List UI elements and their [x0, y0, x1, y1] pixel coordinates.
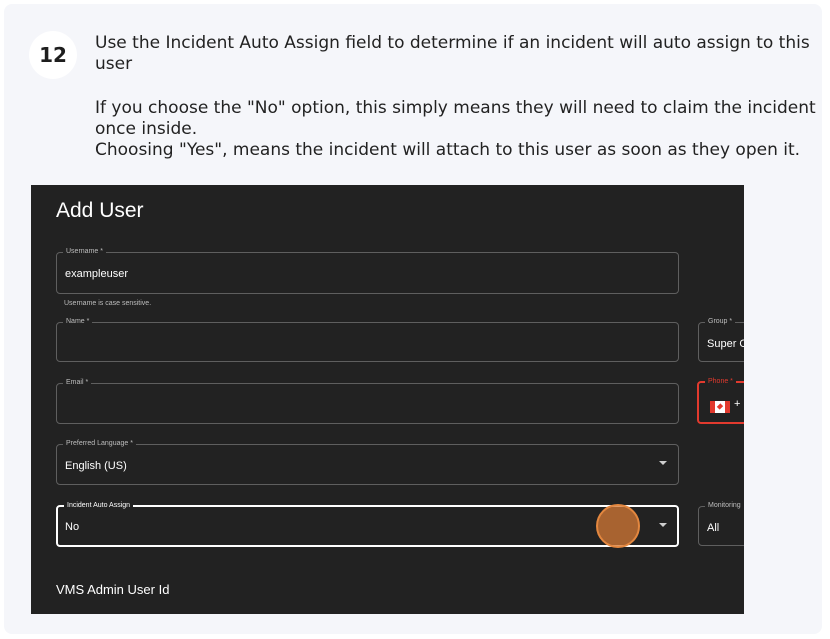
preferred-language-label: Preferred Language *: [63, 439, 136, 449]
username-field[interactable]: Username * exampleuser: [56, 247, 679, 294]
phone-field[interactable]: Phone * +: [697, 377, 744, 424]
step-card: 12 Use the Incident Auto Assign field to…: [4, 4, 822, 634]
preferred-language-value: English (US): [65, 460, 127, 472]
monitoring-label: Monitoring: [705, 501, 744, 511]
email-label: Email *: [63, 378, 92, 388]
step-instructions: Use the Incident Auto Assign field to de…: [95, 33, 820, 161]
monitoring-select[interactable]: Monitoring All: [698, 501, 744, 546]
phone-prefix: +: [734, 398, 741, 410]
name-field[interactable]: Name *: [56, 317, 679, 362]
incident-auto-assign-value: No: [65, 521, 80, 533]
dialog-title: Add User: [56, 199, 144, 222]
incident-auto-assign-select[interactable]: Incident Auto Assign No: [56, 501, 679, 547]
canada-flag-icon[interactable]: [710, 401, 730, 413]
incident-auto-assign-label: Incident Auto Assign: [64, 501, 134, 511]
instruction-line-3: Choosing "Yes", means the incident will …: [95, 140, 801, 160]
instruction-line-1: Use the Incident Auto Assign field to de…: [95, 33, 810, 74]
phone-label: Phone *: [705, 377, 736, 387]
username-label: Username *: [63, 247, 106, 257]
preferred-language-select[interactable]: Preferred Language * English (US): [56, 439, 679, 485]
group-value: Super O: [707, 338, 744, 350]
add-user-screenshot: Add User Username * exampleuser Username…: [31, 185, 744, 614]
email-field[interactable]: Email *: [56, 378, 679, 424]
username-helper-text: Username is case sensitive.: [64, 300, 152, 307]
chevron-down-icon[interactable]: [659, 523, 667, 527]
step-number-badge: 12: [29, 31, 77, 79]
group-field[interactable]: Group * Super O: [698, 317, 744, 362]
chevron-down-icon[interactable]: [659, 461, 667, 465]
click-indicator: [596, 504, 640, 548]
username-value: exampleuser: [65, 268, 128, 280]
vms-admin-user-id-heading: VMS Admin User Id: [56, 582, 170, 597]
monitoring-value: All: [707, 522, 720, 534]
group-label: Group *: [705, 317, 736, 327]
instruction-line-2: If you choose the "No" option, this simp…: [95, 98, 816, 139]
name-label: Name *: [63, 317, 93, 327]
